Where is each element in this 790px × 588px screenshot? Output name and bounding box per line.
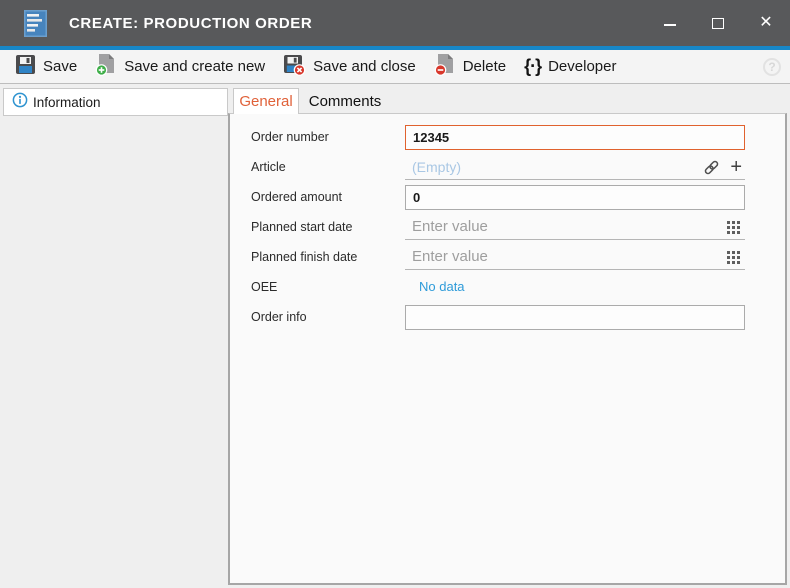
order-info-input[interactable] <box>405 305 745 330</box>
window-title: CREATE: PRODUCTION ORDER <box>69 15 312 32</box>
toolbar: Save Save and create new <box>0 50 790 84</box>
maximize-icon <box>712 18 724 29</box>
info-icon <box>12 92 28 113</box>
maximize-button[interactable] <box>694 0 742 46</box>
tab-general-label: General <box>239 93 292 110</box>
planned-finish-date-field[interactable]: Enter value <box>405 245 745 270</box>
oee-row: OEE No data <box>251 272 785 302</box>
save-and-close-button[interactable]: Save and close <box>274 53 425 81</box>
oee-label: OEE <box>251 280 405 294</box>
minimize-button[interactable] <box>646 0 694 46</box>
save-label: Save <box>43 58 77 75</box>
delete-icon <box>434 53 456 80</box>
save-and-create-new-button[interactable]: Save and create new <box>86 53 274 81</box>
help-icon: ? <box>768 60 775 74</box>
general-tab-panel: Order number Article (Empty) <box>228 113 787 585</box>
planned-finish-date-row: Planned finish date Enter value <box>251 242 785 272</box>
article-row: Article (Empty) + <box>251 152 785 182</box>
app-icon <box>24 10 47 37</box>
minimize-icon <box>664 24 676 26</box>
order-number-label: Order number <box>251 130 405 144</box>
tab-comments-label: Comments <box>309 93 382 110</box>
date-picker-icon[interactable] <box>727 251 740 269</box>
link-icon[interactable] <box>703 159 720 181</box>
sidebar-item-information[interactable]: Information <box>3 88 228 116</box>
oee-no-data-link[interactable]: No data <box>419 279 465 294</box>
order-number-input[interactable] <box>405 125 745 150</box>
help-button[interactable]: ? <box>763 58 781 76</box>
ordered-amount-input[interactable] <box>405 185 745 210</box>
order-number-row: Order number <box>251 122 785 152</box>
save-create-new-icon <box>95 53 117 80</box>
order-info-row: Order info <box>251 302 785 332</box>
titlebar: CREATE: PRODUCTION ORDER ✕ <box>0 0 790 46</box>
planned-start-date-label: Planned start date <box>251 220 405 234</box>
developer-button[interactable]: {·} Developer <box>515 53 625 81</box>
information-label: Information <box>33 95 101 110</box>
create-production-order-window: CREATE: PRODUCTION ORDER ✕ <box>0 0 790 588</box>
developer-icon: {·} <box>524 56 541 77</box>
save-and-close-label: Save and close <box>313 58 416 75</box>
ordered-amount-label: Ordered amount <box>251 190 405 204</box>
window-controls: ✕ <box>646 0 790 46</box>
add-article-icon[interactable]: + <box>730 155 742 180</box>
planned-start-date-placeholder: Enter value <box>405 218 488 235</box>
article-field[interactable]: (Empty) + <box>405 155 745 180</box>
delete-label: Delete <box>463 58 506 75</box>
article-label: Article <box>251 160 405 174</box>
planned-start-date-field[interactable]: Enter value <box>405 215 745 240</box>
ordered-amount-row: Ordered amount <box>251 182 785 212</box>
save-close-icon <box>283 54 306 80</box>
date-picker-icon[interactable] <box>727 221 740 239</box>
save-button[interactable]: Save <box>6 53 86 81</box>
order-info-label: Order info <box>251 310 405 324</box>
delete-button[interactable]: Delete <box>425 53 515 81</box>
save-icon <box>15 54 36 79</box>
tab-general[interactable]: General <box>233 88 299 114</box>
planned-finish-date-placeholder: Enter value <box>405 248 488 265</box>
tab-comments[interactable]: Comments <box>299 88 391 114</box>
close-icon: ✕ <box>759 15 772 31</box>
article-empty-value: (Empty) <box>405 159 461 175</box>
planned-start-date-row: Planned start date Enter value <box>251 212 785 242</box>
save-and-create-new-label: Save and create new <box>124 58 265 75</box>
content-area: Information General Comments Order numbe… <box>0 84 790 588</box>
planned-finish-date-label: Planned finish date <box>251 250 405 264</box>
close-button[interactable]: ✕ <box>742 0 790 46</box>
developer-label: Developer <box>548 58 616 75</box>
